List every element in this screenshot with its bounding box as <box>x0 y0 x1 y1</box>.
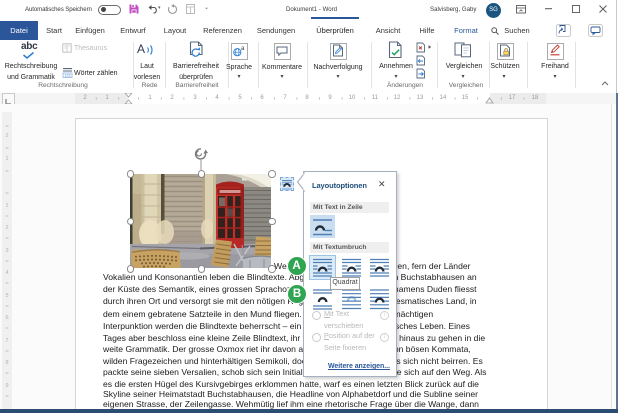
svg-text:4: 4 <box>5 270 8 276</box>
svg-text:1: 1 <box>5 156 8 162</box>
svg-text:5: 5 <box>5 293 8 299</box>
svg-text:123: 123 <box>65 74 71 78</box>
svg-text:9: 9 <box>5 383 8 389</box>
svg-text:7: 7 <box>5 338 8 344</box>
svg-text:3: 3 <box>5 248 8 254</box>
svg-text:a: a <box>241 46 245 52</box>
svg-text:2: 2 <box>5 133 8 139</box>
svg-text:2: 2 <box>5 225 8 231</box>
svg-text:8: 8 <box>5 360 8 366</box>
svg-text:6: 6 <box>5 315 8 321</box>
svg-text:1: 1 <box>5 203 8 209</box>
